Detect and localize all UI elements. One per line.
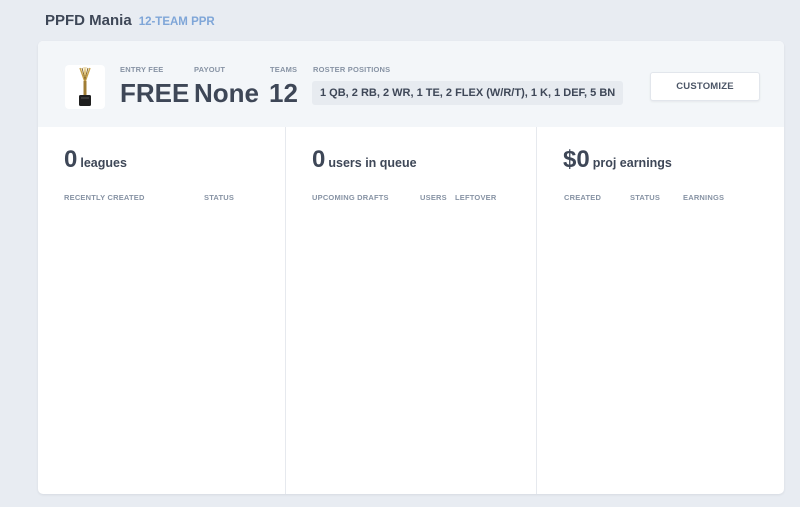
leagues-headline: 0 leagues bbox=[64, 146, 127, 174]
column-header-recently-created[interactable]: RECENTLY CREATED bbox=[64, 193, 145, 202]
league-card: ENTRY FEE FREE PAYOUT None TEAMS 12 ROST… bbox=[38, 41, 784, 494]
earnings-headline: $0 proj earnings bbox=[563, 146, 672, 174]
earnings-label: proj earnings bbox=[592, 156, 672, 170]
leagues-column: 0 leagues RECENTLY CREATED STATUS bbox=[38, 127, 285, 494]
teams-label: TEAMS bbox=[270, 65, 298, 74]
page-title: PPFD Mania bbox=[45, 12, 132, 29]
customize-button[interactable]: CUSTOMIZE bbox=[650, 72, 760, 101]
column-header-users[interactable]: USERS bbox=[420, 193, 447, 202]
entry-fee-value: FREE bbox=[120, 78, 190, 108]
leagues-count: 0 bbox=[64, 146, 78, 173]
trophy-container bbox=[65, 65, 105, 109]
column-header-status[interactable]: STATUS bbox=[204, 193, 234, 202]
column-header-created[interactable]: CREATED bbox=[564, 193, 601, 202]
column-header-earnings-status[interactable]: STATUS bbox=[630, 193, 660, 202]
entry-fee-label: ENTRY FEE bbox=[120, 65, 164, 74]
teams-value: 12 bbox=[269, 78, 298, 108]
queue-count: 0 bbox=[312, 146, 326, 173]
column-header-earnings[interactable]: EARNINGS bbox=[683, 193, 724, 202]
page-subtitle: 12-TEAM PPR bbox=[138, 16, 215, 28]
page-header: PPFD Mania 12-TEAM PPR bbox=[45, 12, 215, 29]
queue-headline: 0 users in queue bbox=[312, 146, 417, 174]
earnings-column: $0 proj earnings CREATED STATUS EARNINGS bbox=[536, 127, 784, 494]
league-summary: ENTRY FEE FREE PAYOUT None TEAMS 12 ROST… bbox=[38, 41, 784, 127]
column-header-upcoming-drafts[interactable]: UPCOMING DRAFTS bbox=[312, 193, 389, 202]
roster-value: 1 QB, 2 RB, 2 WR, 1 TE, 2 FLEX (W/R/T), … bbox=[312, 81, 624, 105]
trophy-icon bbox=[79, 66, 91, 106]
payout-label: PAYOUT bbox=[194, 65, 226, 74]
queue-label: users in queue bbox=[328, 156, 417, 170]
earnings-count: $0 bbox=[563, 146, 590, 173]
payout-value: None bbox=[194, 78, 259, 108]
leagues-label: leagues bbox=[80, 156, 127, 170]
queue-column: 0 users in queue UPCOMING DRAFTS USERS LE… bbox=[285, 127, 537, 494]
roster-label: ROSTER POSITIONS bbox=[313, 65, 391, 74]
column-header-leftover[interactable]: LEFTOVER bbox=[455, 193, 496, 202]
